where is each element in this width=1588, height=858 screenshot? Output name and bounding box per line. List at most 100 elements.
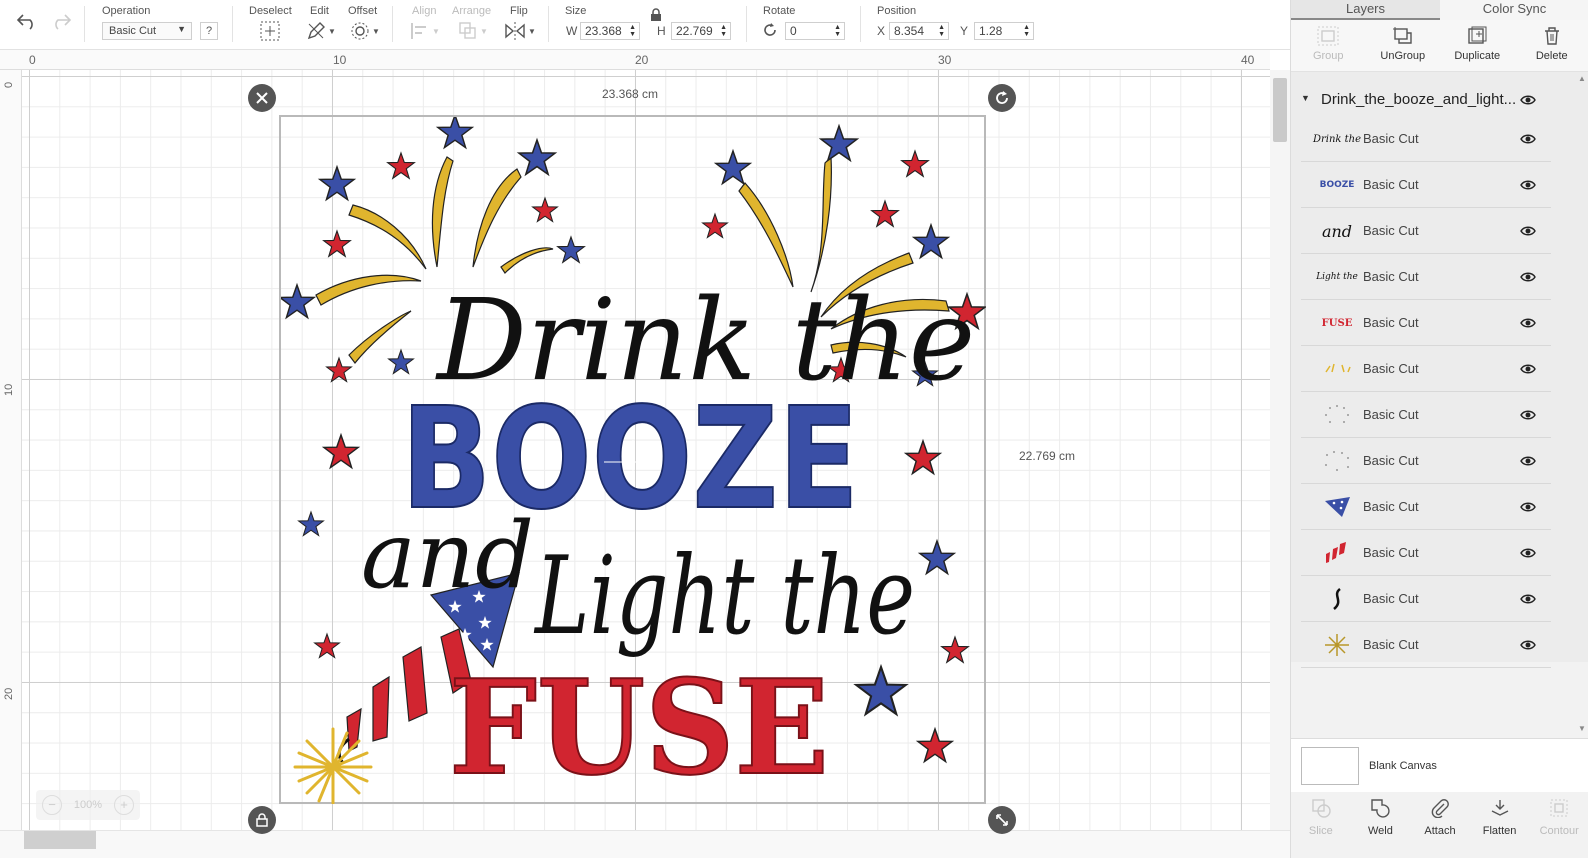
attach-button[interactable]: Attach	[1410, 792, 1470, 858]
canvas-vertical-scrollbar[interactable]	[1270, 70, 1290, 830]
slice-button[interactable]: Slice	[1291, 792, 1351, 858]
deselect-label: Deselect	[249, 5, 292, 17]
undo-icon[interactable]	[16, 12, 38, 30]
group-button[interactable]: Group	[1291, 20, 1366, 71]
ruler-tick-label: 20	[3, 687, 15, 700]
delete-button[interactable]: Delete	[1515, 20, 1588, 71]
canvas-horizontal-scrollbar[interactable]	[0, 830, 1290, 858]
flip-label: Flip	[510, 5, 528, 17]
resize-handle[interactable]	[988, 806, 1016, 834]
eye-icon[interactable]	[1520, 501, 1536, 513]
layer-operation-label: Basic Cut	[1363, 499, 1419, 514]
lock-icon[interactable]	[650, 8, 662, 22]
eye-icon[interactable]	[1520, 593, 1536, 605]
layer-thumbnail: Drink the	[1313, 127, 1361, 151]
operation-select[interactable]: Basic Cut ▼	[102, 22, 192, 40]
ungroup-button[interactable]: UnGroup	[1366, 20, 1441, 71]
tab-color-sync[interactable]: Color Sync	[1440, 0, 1588, 20]
flip-icon	[505, 22, 525, 40]
stripes-thumb-icon	[1326, 542, 1346, 563]
arrange-icon	[459, 22, 476, 39]
weld-button[interactable]: Weld	[1351, 792, 1411, 858]
layer-row[interactable]: BOOZE Basic Cut	[1301, 162, 1551, 208]
eye-icon[interactable]	[1520, 455, 1536, 467]
position-y-input[interactable]: 1.28 ▲ ▼	[974, 22, 1034, 40]
layer-row[interactable]: Light the Basic Cut	[1301, 254, 1551, 300]
layer-thumbnail	[1319, 403, 1355, 427]
layer-row[interactable]: Basic Cut	[1301, 576, 1551, 622]
eye-icon[interactable]	[1520, 271, 1536, 283]
duplicate-button[interactable]: Duplicate	[1440, 20, 1515, 71]
layer-row[interactable]: FUSE Basic Cut	[1301, 300, 1551, 346]
delete-handle[interactable]	[248, 84, 276, 112]
flatten-button[interactable]: Flatten	[1470, 792, 1530, 858]
edit-button[interactable]: ▼	[306, 21, 336, 41]
eye-icon[interactable]	[1520, 317, 1536, 329]
layer-row[interactable]: Basic Cut	[1301, 530, 1551, 576]
blank-canvas-row[interactable]: Blank Canvas	[1291, 738, 1588, 792]
scroll-thumb[interactable]	[1273, 78, 1287, 142]
layer-row[interactable]: Basic Cut	[1301, 346, 1551, 392]
chevron-down-icon: ▼	[372, 26, 380, 36]
stepper-icon[interactable]: ▲ ▼	[629, 24, 636, 38]
layer-row[interactable]: Basic Cut	[1301, 392, 1551, 438]
design-text-light-the: Light the	[533, 534, 915, 659]
group-label: Group	[1312, 50, 1344, 62]
blank-canvas-swatch[interactable]	[1301, 747, 1359, 785]
stepper-icon[interactable]: ▲ ▼	[1023, 24, 1030, 38]
eye-icon[interactable]	[1520, 409, 1536, 421]
width-input[interactable]: 23.368 ▲ ▼	[580, 22, 640, 40]
layer-thumbnail-text: BOOZE	[1319, 180, 1355, 190]
layers-scrollbar[interactable]: ▲ ▼	[1576, 72, 1588, 738]
eye-icon[interactable]	[1520, 639, 1536, 651]
tab-layers[interactable]: Layers	[1291, 0, 1440, 20]
height-input[interactable]: 22.769 ▲ ▼	[671, 22, 731, 40]
flip-button[interactable]: ▼	[504, 21, 536, 41]
eye-icon[interactable]	[1520, 363, 1536, 375]
scroll-thumb[interactable]	[24, 831, 96, 849]
stepper-icon[interactable]: ▲ ▼	[938, 24, 945, 38]
layer-row[interactable]: and Basic Cut	[1301, 208, 1551, 254]
flatten-icon	[1491, 800, 1508, 816]
align-label: Align	[412, 5, 437, 17]
redo-icon[interactable]	[50, 12, 72, 30]
contour-button[interactable]: Contour	[1529, 792, 1588, 858]
lock-handle[interactable]	[248, 806, 276, 834]
contour-icon	[1550, 799, 1568, 817]
stepper-icon[interactable]: ▲ ▼	[720, 24, 727, 38]
width-value: 23.368	[585, 24, 622, 38]
blank-canvas-label: Blank Canvas	[1369, 760, 1437, 772]
align-button[interactable]: ▼	[410, 21, 440, 41]
layer-row[interactable]: Drink the Basic Cut	[1301, 116, 1551, 162]
scroll-up-icon[interactable]: ▲	[1578, 74, 1586, 83]
zoom-in-button[interactable]: +	[113, 795, 134, 815]
eye-icon[interactable]	[1520, 179, 1536, 191]
layer-operation-label: Basic Cut	[1363, 131, 1419, 146]
eye-icon[interactable]	[1520, 547, 1536, 559]
layer-thumbnail	[1319, 633, 1355, 657]
slice-label: Slice	[1308, 825, 1333, 837]
layer-row[interactable]: Basic Cut	[1301, 622, 1551, 668]
layer-row[interactable]: Basic Cut	[1301, 484, 1551, 530]
offset-label: Offset	[348, 5, 378, 17]
chevron-down-icon[interactable]: ▼	[1301, 93, 1310, 103]
slice-icon	[1312, 799, 1331, 818]
eye-icon[interactable]	[1520, 133, 1536, 145]
stepper-icon[interactable]: ▲ ▼	[834, 24, 841, 38]
eye-icon[interactable]	[1520, 94, 1536, 106]
rotate-input[interactable]: 0 ▲ ▼	[785, 22, 845, 40]
offset-button[interactable]: ▼	[350, 21, 380, 41]
zoom-out-button[interactable]: −	[42, 795, 62, 815]
layer-group-name: Drink_the_booze_and_light...	[1321, 91, 1517, 108]
position-label: Position	[877, 5, 917, 17]
rotate-handle[interactable]	[988, 84, 1016, 112]
operation-help-button[interactable]: ?	[200, 22, 218, 40]
deselect-button[interactable]	[260, 21, 280, 41]
scroll-down-icon[interactable]: ▼	[1578, 724, 1586, 733]
position-x-input[interactable]: 8.354 ▲ ▼	[889, 22, 949, 40]
ruler-tick-label: 10	[333, 53, 347, 67]
eye-icon[interactable]	[1520, 225, 1536, 237]
layer-row[interactable]: Basic Cut	[1301, 438, 1551, 484]
arrange-button[interactable]: ▼	[458, 21, 488, 41]
layer-group-row[interactable]: ▼ Drink_the_booze_and_light...	[1291, 80, 1588, 116]
